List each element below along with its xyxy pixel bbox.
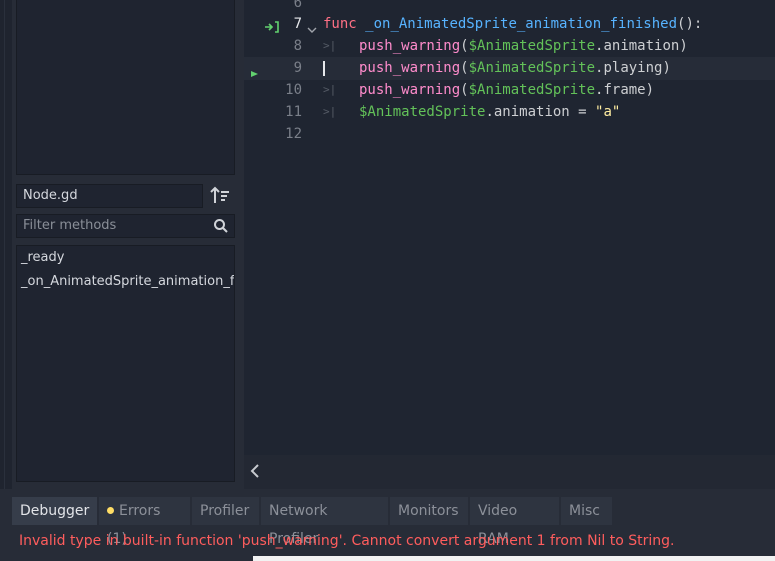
- tab-indent-icon: >|: [323, 39, 337, 52]
- editor-footer: [244, 455, 775, 489]
- code-line-7: func _on_AnimatedSprite_animation_finish…: [323, 16, 703, 32]
- line-number: 8: [293, 38, 302, 54]
- sort-methods-button[interactable]: [209, 184, 235, 208]
- tab-monitors[interactable]: Monitors: [390, 497, 468, 525]
- connection-slot-icon[interactable]: [264, 18, 280, 37]
- bottom-edge-light: [253, 556, 775, 561]
- method-item-ready[interactable]: _ready: [21, 250, 64, 265]
- line-number: 11: [285, 104, 302, 120]
- warning-dot-icon: [107, 507, 114, 514]
- methods-list: _ready _on_AnimatedSprite_animation_fini…: [16, 245, 235, 482]
- tab-errors[interactable]: Errors (1): [99, 497, 190, 547]
- bottom-edge: [0, 556, 253, 561]
- code-line-8: push_warning($AnimatedSprite.animation): [359, 38, 688, 54]
- tab-debugger[interactable]: Debugger: [12, 497, 97, 525]
- tab-misc[interactable]: Misc: [561, 497, 612, 525]
- text-cursor: [323, 61, 325, 76]
- filter-methods-input[interactable]: Filter methods: [16, 214, 235, 238]
- method-item-animation-finished[interactable]: _on_AnimatedSprite_animation_finished: [21, 274, 234, 289]
- line-number: 12: [285, 126, 302, 142]
- scripts-list[interactable]: [16, 0, 235, 175]
- tab-profiler[interactable]: Profiler: [192, 497, 259, 525]
- breakpoint-arrow-icon: [250, 64, 260, 83]
- sort-icon: [210, 186, 229, 203]
- search-icon: [213, 218, 229, 234]
- code-line-9: push_warning($AnimatedSprite.playing): [359, 60, 671, 76]
- tab-network-profiler[interactable]: Network Profiler: [261, 497, 388, 547]
- line-number: 6: [293, 0, 302, 11]
- tab-video-ram[interactable]: Video RAM: [470, 497, 559, 547]
- code-line-10: push_warning($AnimatedSprite.frame): [359, 82, 655, 98]
- left-dock-strip: [0, 0, 12, 489]
- current-script-name: Node.gd: [16, 184, 203, 208]
- collapse-left-icon[interactable]: [248, 462, 262, 480]
- tab-indent-icon: >|: [323, 105, 337, 118]
- fold-arrow-icon[interactable]: [307, 20, 317, 39]
- code-line-11: $AnimatedSprite.animation = "a": [359, 104, 621, 120]
- left-dock-divider: [4, 0, 5, 489]
- error-message: Invalid type in built-in function 'push_…: [19, 533, 675, 549]
- tab-indent-icon: >|: [323, 83, 337, 96]
